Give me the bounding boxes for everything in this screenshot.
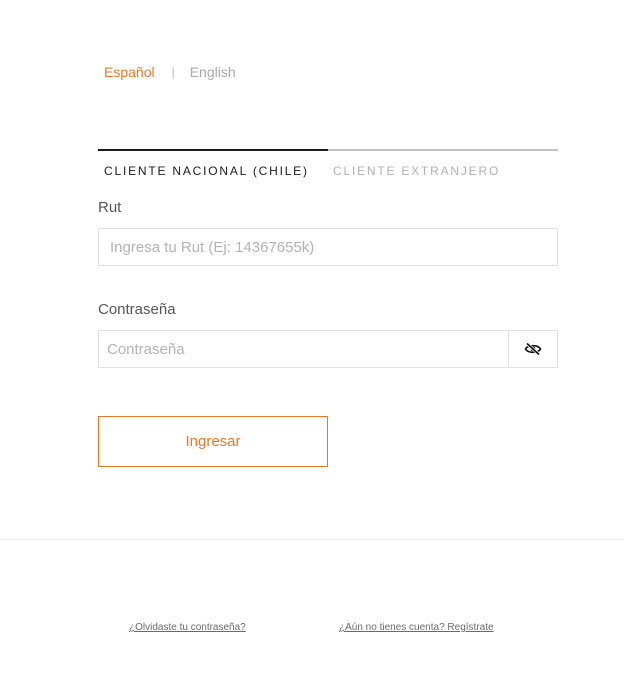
footer-divider bbox=[0, 539, 624, 540]
language-separator: | bbox=[171, 65, 175, 79]
client-type-tabs: CLIENTE NACIONAL (CHILE) CLIENTE EXTRANJ… bbox=[98, 149, 558, 179]
language-espanol[interactable]: Español bbox=[104, 64, 155, 80]
tab-cliente-extranjero[interactable]: CLIENTE EXTRANJERO bbox=[328, 149, 558, 179]
password-input[interactable] bbox=[98, 330, 509, 368]
tab-cliente-nacional[interactable]: CLIENTE NACIONAL (CHILE) bbox=[98, 149, 328, 179]
rut-label: Rut bbox=[98, 199, 122, 216]
login-page: Español | English CLIENTE NACIONAL (CHIL… bbox=[0, 0, 624, 689]
forgot-password-link[interactable]: ¿Olvidaste tu contraseña? bbox=[129, 622, 246, 633]
rut-input[interactable] bbox=[98, 228, 558, 266]
eye-slash-icon bbox=[524, 342, 542, 356]
ingresar-button[interactable]: Ingresar bbox=[98, 416, 328, 467]
language-english[interactable]: English bbox=[190, 64, 236, 80]
register-link[interactable]: ¿Aún no tienes cuenta? Regístrate bbox=[339, 622, 494, 633]
language-switcher: Español | English bbox=[104, 64, 236, 80]
toggle-password-visibility-button[interactable] bbox=[508, 330, 558, 368]
password-label: Contraseña bbox=[98, 301, 176, 318]
